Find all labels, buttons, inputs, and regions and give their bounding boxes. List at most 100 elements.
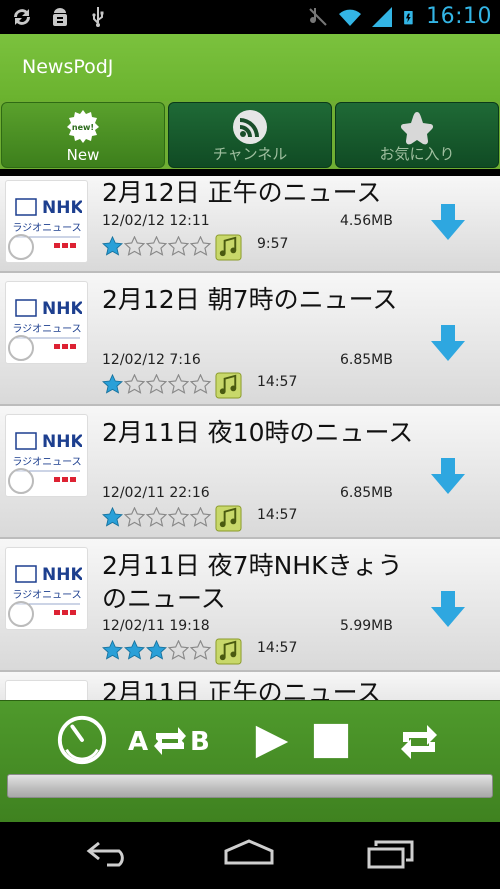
episode-title: 2月12日 正午のニュース xyxy=(102,178,382,207)
thumbnail: NHK ラジオニュース xyxy=(5,281,88,364)
episode-title: 2月12日 朝7時のニュース xyxy=(102,285,398,314)
svg-text:ラジオニュース: ラジオニュース xyxy=(12,222,81,234)
battery-icon xyxy=(404,10,413,24)
music-note-icon xyxy=(215,234,242,261)
tab-label: チャンネル xyxy=(212,145,288,163)
star-filled-icon[interactable] xyxy=(102,374,123,395)
seek-bar[interactable] xyxy=(7,774,493,798)
star-filled-icon[interactable] xyxy=(102,236,123,257)
episode-duration: 14:57 xyxy=(257,640,298,656)
list-item[interactable]: NHK ラジオニュース 2月11日 夜7時NHKきょうのニュース 12/02/1… xyxy=(0,539,500,672)
download-icon[interactable] xyxy=(426,454,470,498)
svg-text:ラジオニュース: ラジオニュース xyxy=(12,456,81,468)
list-item[interactable]: 2月11日 正午のニュース xyxy=(0,672,500,700)
svg-text:NHK: NHK xyxy=(42,299,82,319)
episode-size: 6.85MB xyxy=(340,485,393,501)
rating-stars[interactable] xyxy=(102,507,211,528)
wifi-icon xyxy=(339,9,362,26)
ab-repeat-button[interactable]: A B xyxy=(128,721,214,765)
star-empty-icon[interactable] xyxy=(124,374,145,395)
ab-label-b: B xyxy=(190,727,210,757)
list-item[interactable]: NHK ラジオニュース 2月12日 朝7時のニュース 12/02/12 7:16… xyxy=(0,273,500,406)
clock: 16:10 xyxy=(426,4,492,29)
star-empty-icon[interactable] xyxy=(190,507,211,528)
star-empty-icon[interactable] xyxy=(190,236,211,257)
star-empty-icon[interactable] xyxy=(146,374,167,395)
star-empty-icon[interactable] xyxy=(190,374,211,395)
star-filled-icon[interactable] xyxy=(102,640,123,661)
select-circle[interactable] xyxy=(8,468,34,494)
list-item[interactable]: NHK ラジオニュース 2月12日 正午のニュース 12/02/12 12:11… xyxy=(0,176,500,273)
app-title: NewsPodJ xyxy=(22,56,114,78)
episode-duration: 14:57 xyxy=(257,507,298,523)
usb-icon xyxy=(92,7,104,27)
svg-text:new!: new! xyxy=(72,123,94,132)
select-circle[interactable] xyxy=(8,234,34,260)
rss-icon xyxy=(233,110,267,144)
thumbnail: NHK ラジオニュース xyxy=(5,180,88,263)
star-empty-icon[interactable] xyxy=(190,640,211,661)
action-bar: NewsPodJ xyxy=(0,34,500,101)
rating-stars[interactable] xyxy=(102,640,211,661)
svg-text:NHK: NHK xyxy=(42,565,82,585)
android-debug-icon xyxy=(53,8,67,26)
star-empty-icon[interactable] xyxy=(146,236,167,257)
star-empty-icon[interactable] xyxy=(124,236,145,257)
svg-text:ラジオニュース: ラジオニュース xyxy=(12,323,81,335)
ab-repeat-icon xyxy=(154,727,186,755)
star-filled-icon[interactable] xyxy=(124,640,145,661)
mute-icon xyxy=(309,7,327,26)
tab-favorites[interactable]: お気に入り xyxy=(335,102,499,168)
download-icon[interactable] xyxy=(426,321,470,365)
episode-title: 2月11日 夜10時のニュース xyxy=(102,418,414,447)
star-filled-icon[interactable] xyxy=(102,507,123,528)
star-empty-icon[interactable] xyxy=(124,507,145,528)
star-icon xyxy=(400,112,434,145)
list-item[interactable]: NHK ラジオニュース 2月11日 夜10時のニュース 12/02/11 22:… xyxy=(0,406,500,539)
star-empty-icon[interactable] xyxy=(168,374,189,395)
select-circle[interactable] xyxy=(8,335,34,361)
episode-size: 4.56MB xyxy=(340,213,393,229)
star-empty-icon[interactable] xyxy=(146,507,167,528)
thumbnail: NHK ラジオニュース xyxy=(5,547,88,630)
home-icon[interactable] xyxy=(222,837,276,867)
svg-text:ラジオニュース: ラジオニュース xyxy=(12,589,81,601)
episode-date: 12/02/11 22:16 xyxy=(102,485,210,501)
star-empty-icon[interactable] xyxy=(168,236,189,257)
star-empty-icon[interactable] xyxy=(168,507,189,528)
episode-duration: 14:57 xyxy=(257,374,298,390)
tab-label: New xyxy=(66,146,100,164)
download-icon[interactable] xyxy=(426,200,470,244)
episode-size: 5.99MB xyxy=(340,618,393,634)
episode-list[interactable]: NHK ラジオニュース 2月12日 正午のニュース 12/02/12 12:11… xyxy=(0,176,500,700)
signal-icon xyxy=(372,6,393,27)
svg-text:NHK: NHK xyxy=(42,198,82,218)
stop-icon[interactable] xyxy=(313,723,349,759)
thumbnail: NHK ラジオニュース xyxy=(5,414,88,497)
play-icon[interactable] xyxy=(254,723,290,761)
episode-duration: 9:57 xyxy=(257,236,289,252)
episode-title: 2月11日 夜7時NHKきょうのニュース xyxy=(102,551,403,613)
svg-text:NHK: NHK xyxy=(42,432,82,452)
rating-stars[interactable] xyxy=(102,374,211,395)
repeat-icon[interactable] xyxy=(396,720,442,764)
tab-new[interactable]: new! New xyxy=(1,102,165,168)
player-panel: A B xyxy=(0,700,500,822)
sync-icon xyxy=(14,9,30,25)
rating-stars[interactable] xyxy=(102,236,211,257)
star-empty-icon[interactable] xyxy=(168,640,189,661)
back-icon[interactable] xyxy=(85,837,135,867)
recents-icon[interactable] xyxy=(366,837,416,869)
tab-channel[interactable]: チャンネル xyxy=(168,102,332,168)
episode-title: 2月11日 正午のニュース xyxy=(102,678,382,700)
status-bar: 16:10 xyxy=(0,0,500,34)
tab-label: お気に入り xyxy=(379,145,455,163)
speed-gauge-icon[interactable] xyxy=(55,713,109,767)
star-filled-icon[interactable] xyxy=(146,640,167,661)
new-badge-icon: new! xyxy=(67,110,99,143)
download-icon[interactable] xyxy=(426,587,470,631)
select-circle[interactable] xyxy=(8,601,34,627)
episode-date: 12/02/12 7:16 xyxy=(102,352,201,368)
music-note-icon xyxy=(215,372,242,399)
music-note-icon xyxy=(215,638,242,665)
